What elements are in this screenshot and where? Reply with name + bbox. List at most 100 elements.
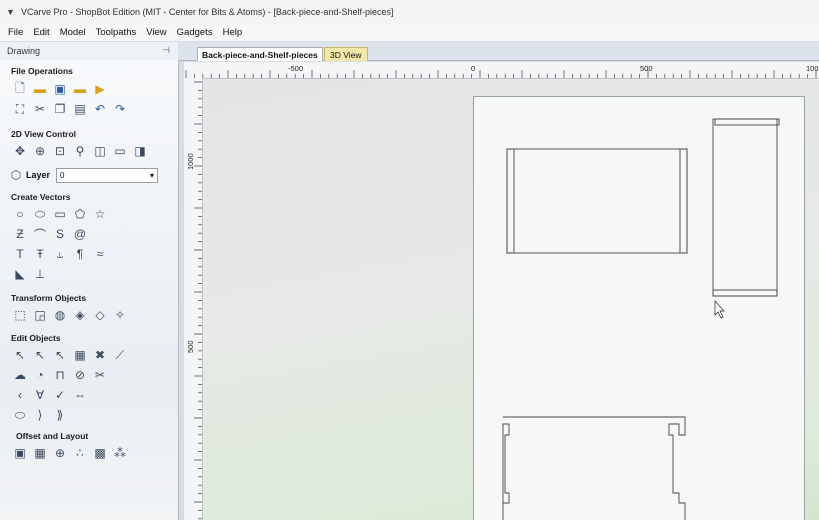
vector-drawing[interactable] xyxy=(203,79,819,520)
intersect-icon[interactable]: ⊓ xyxy=(50,366,70,384)
ruler-label-neg500: -500 xyxy=(288,64,304,73)
import-icon[interactable]: ▶ xyxy=(90,80,110,98)
select-icon[interactable]: ↖ xyxy=(10,346,30,364)
fit-icon[interactable]: ⁂ xyxy=(110,444,130,462)
text-on-curve-icon[interactable]: ⥿ xyxy=(50,245,70,263)
menu-gadgets[interactable]: Gadgets xyxy=(177,27,213,38)
layer-label: Layer xyxy=(26,170,51,180)
rotate-icon[interactable]: ◍ xyxy=(50,306,70,324)
distort-icon[interactable]: ✧ xyxy=(110,306,130,324)
app-icon: ▼ xyxy=(6,7,15,17)
curve-fit-icon[interactable]: ✓ xyxy=(50,386,70,404)
chevron-down-icon: ▾ xyxy=(150,170,155,180)
menu-toolpaths[interactable]: Toolpaths xyxy=(96,27,137,38)
section-create-vectors: Create Vectors xyxy=(11,192,71,202)
split-view-icon[interactable]: ◫ xyxy=(90,142,110,160)
fillet-icon[interactable]: ‹ xyxy=(10,386,30,404)
text-warp-icon[interactable]: ≈ xyxy=(90,245,110,263)
save-icon[interactable]: ▣ xyxy=(50,80,70,98)
polyline-icon[interactable]: Ƶ xyxy=(10,225,30,243)
mouse-cursor xyxy=(714,300,725,319)
section-offset-and-layout: Offset and Layout xyxy=(16,431,89,441)
menu-model[interactable]: Model xyxy=(60,27,86,38)
document-tabs: Back-piece-and-Shelf-pieces 3D View xyxy=(178,42,819,61)
window-title: VCarve Pro - ShopBot Edition (MIT - Cent… xyxy=(21,7,394,17)
layer-value: 0 xyxy=(60,170,65,180)
dimension-icon[interactable]: ⊥ xyxy=(30,265,50,283)
ruler-label-0: 0 xyxy=(471,64,476,73)
dogbone-icon[interactable]: ∀ xyxy=(30,386,50,404)
shelf-piece-2[interactable] xyxy=(712,118,780,297)
zoom-extents-icon[interactable]: ⊡ xyxy=(50,142,70,160)
array-icon[interactable]: ▦ xyxy=(30,444,50,462)
back-piece[interactable] xyxy=(502,416,686,520)
move-icon[interactable]: ⬚ xyxy=(10,306,30,324)
ruler-label-v1000: 1000 xyxy=(186,153,195,170)
tab-3d-view[interactable]: 3D View xyxy=(324,47,368,61)
toggle-view-icon[interactable]: ◨ xyxy=(130,142,150,160)
ellipse-icon[interactable]: ⬭ xyxy=(30,205,50,223)
align-icon[interactable]: ◲ xyxy=(30,306,50,324)
star-icon[interactable]: ☆ xyxy=(90,205,110,223)
text-arc-icon[interactable]: ¶ xyxy=(70,245,90,263)
open-file-icon[interactable]: ▬ xyxy=(30,80,50,98)
scale-icon[interactable]: ◇ xyxy=(90,306,110,324)
section-file-operations: File Operations xyxy=(11,66,73,76)
drawing-panel: File Operations 🗋 ▬ ▣ ▬ ▶ ⛶ ✂ ❐ ▤ ↶ ↷ 2D… xyxy=(0,60,179,520)
node-edit-icon[interactable]: ↖ xyxy=(30,346,50,364)
curve-icon[interactable]: S xyxy=(50,225,70,243)
text-frame-icon[interactable]: Ŧ xyxy=(30,245,50,263)
new-file-icon[interactable]: 🗋 xyxy=(10,80,30,98)
select-all-icon[interactable]: ⛶ xyxy=(10,100,30,118)
polygon-icon[interactable]: ⬠ xyxy=(70,205,90,223)
text-icon[interactable]: T xyxy=(10,245,30,263)
transform-select-icon[interactable]: ↖ xyxy=(50,346,70,364)
pan-icon[interactable]: ✥ xyxy=(10,142,30,160)
group-icon[interactable]: ▦ xyxy=(70,346,90,364)
menu-edit[interactable]: Edit xyxy=(33,27,49,38)
tab-drawing[interactable]: Back-piece-and-Shelf-pieces xyxy=(197,47,323,61)
paste-icon[interactable]: ▤ xyxy=(70,100,90,118)
pin-icon[interactable]: ⊣ xyxy=(162,45,170,56)
arc-icon[interactable]: ⌒ xyxy=(30,225,50,243)
layers-icon: ⬡ xyxy=(10,168,22,182)
layer-select[interactable]: 0 ▾ xyxy=(56,167,159,183)
circular-array-icon[interactable]: ⊕ xyxy=(50,444,70,462)
vertical-ruler-ticks xyxy=(194,81,202,520)
menu-view[interactable]: View xyxy=(146,27,166,38)
zoom-box-icon[interactable]: ⊕ xyxy=(30,142,50,160)
menu-help[interactable]: Help xyxy=(223,27,243,38)
copy-icon[interactable]: ❐ xyxy=(50,100,70,118)
cut-icon[interactable]: ✂ xyxy=(30,100,50,118)
menu-bar: File Edit Model Toolpaths View Gadgets H… xyxy=(0,24,819,41)
nesting-icon[interactable]: ▩ xyxy=(90,444,110,462)
tab-icon[interactable]: ◣ xyxy=(10,265,30,283)
open-folder-icon[interactable]: ▬ xyxy=(70,80,90,98)
offset-icon[interactable]: ▣ xyxy=(10,444,30,462)
measure-icon[interactable]: ⟋ xyxy=(110,346,130,364)
break-icon[interactable]: ⟩ xyxy=(30,406,50,424)
close-vector-icon[interactable]: ⟫ xyxy=(50,406,70,424)
subtract-icon[interactable]: ◔ xyxy=(30,366,50,384)
mirror-icon[interactable]: ◈ xyxy=(70,306,90,324)
drawing-canvas[interactable] xyxy=(203,79,819,520)
menu-file[interactable]: File xyxy=(8,27,23,38)
trim-icon[interactable]: ✂ xyxy=(90,366,110,384)
zoom-icon[interactable]: ⚲ xyxy=(70,142,90,160)
copy-along-icon[interactable]: ∴ xyxy=(70,444,90,462)
delete-icon[interactable]: ✖ xyxy=(90,346,110,364)
spiral-icon[interactable]: @ xyxy=(70,225,90,243)
tile-view-icon[interactable]: ▭ xyxy=(110,142,130,160)
redo-icon[interactable]: ↷ xyxy=(110,100,130,118)
smooth-icon[interactable]: ⬭ xyxy=(10,406,30,424)
shelf-piece-1[interactable] xyxy=(506,148,688,254)
rectangle-icon[interactable]: ▭ xyxy=(50,205,70,223)
undo-icon[interactable]: ↶ xyxy=(90,100,110,118)
join-icon[interactable]: ⊘ xyxy=(70,366,90,384)
ruler-label-500: 500 xyxy=(640,64,653,73)
circle-icon[interactable]: ○ xyxy=(10,205,30,223)
section-2d-view-control: 2D View Control xyxy=(11,129,77,139)
extend-icon[interactable]: ⇔ xyxy=(70,386,90,404)
ruler-label-1000: 100 xyxy=(806,64,819,73)
weld-icon[interactable]: ☁ xyxy=(10,366,30,384)
